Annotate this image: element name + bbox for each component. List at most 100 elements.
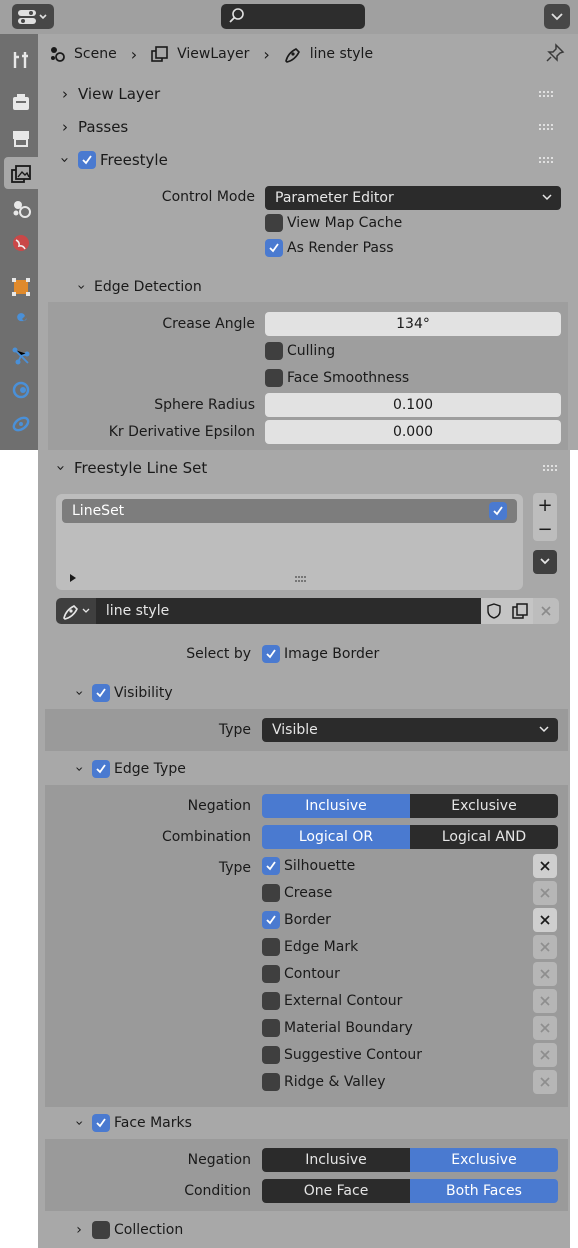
face-smoothness-checkbox[interactable] — [265, 369, 283, 387]
culling-toggle[interactable]: Culling — [265, 341, 335, 361]
select-by-image-border-toggle[interactable]: Image Border — [262, 644, 379, 664]
exclude-toggle-button[interactable] — [533, 854, 557, 878]
edge-type-checkbox[interactable] — [262, 911, 280, 929]
edge-type-checkbox[interactable] — [262, 992, 280, 1010]
kr-derivative-field[interactable]: 0.000 — [265, 420, 561, 444]
exclude-toggle-button[interactable] — [533, 881, 557, 905]
drag-handle-icon[interactable] — [538, 90, 554, 98]
subpanel-header-face-marks[interactable]: › Face Marks — [71, 1108, 552, 1138]
edge-type-checkbox[interactable] — [262, 1019, 280, 1037]
edge-type-checkbox[interactable] — [92, 760, 110, 778]
drag-handle-icon[interactable] — [538, 123, 554, 131]
sphere-radius-field[interactable]: 0.100 — [265, 393, 561, 417]
exclude-toggle-button[interactable] — [533, 962, 557, 986]
list-item[interactable]: LineSet — [62, 499, 517, 523]
as-render-pass-checkbox[interactable] — [265, 239, 283, 257]
view-map-cache-toggle[interactable]: View Map Cache — [265, 213, 402, 233]
remove-line-set-button[interactable]: − — [533, 517, 557, 541]
tab-modifiers[interactable] — [4, 306, 38, 338]
exclude-toggle-button[interactable] — [533, 935, 557, 959]
duplicate-line-style-button[interactable] — [507, 598, 534, 624]
tab-object[interactable] — [4, 271, 38, 303]
subpanel-header-collection[interactable]: › Collection — [72, 1215, 552, 1245]
tab-physics[interactable] — [4, 374, 38, 406]
breadcrumb-separator: › — [263, 44, 270, 64]
breadcrumb-scene[interactable]: Scene — [48, 45, 117, 63]
edge-type-checkbox[interactable] — [262, 965, 280, 983]
exclude-toggle-button[interactable] — [533, 908, 557, 932]
inclusive-option[interactable]: Inclusive — [262, 1148, 410, 1172]
one-face-option[interactable]: One Face — [262, 1179, 410, 1203]
edge-type-toggle[interactable]: External Contour — [262, 991, 402, 1011]
edge-type-toggle[interactable]: Border — [262, 910, 331, 930]
panel-header-freestyle[interactable]: › Freestyle — [56, 145, 568, 175]
freestyle-checkbox[interactable] — [78, 151, 96, 169]
edge-type-checkbox[interactable] — [262, 884, 280, 902]
filter-expand-icon[interactable] — [68, 573, 78, 583]
exclude-toggle-button[interactable] — [533, 1043, 557, 1067]
drag-handle-icon[interactable] — [542, 464, 558, 472]
panel-header-passes[interactable]: › Passes — [58, 112, 568, 142]
subpanel-header-edge-type[interactable]: › Edge Type — [71, 754, 552, 784]
exclude-toggle-button[interactable] — [533, 989, 557, 1013]
search-input[interactable] — [221, 4, 365, 29]
tab-output[interactable] — [4, 122, 38, 154]
editor-type-button[interactable] — [12, 4, 54, 29]
edge-type-checkbox[interactable] — [262, 857, 280, 875]
view-map-cache-checkbox[interactable] — [265, 214, 283, 232]
image-border-checkbox[interactable] — [262, 645, 280, 663]
pin-icon[interactable] — [545, 43, 565, 63]
edge-type-toggle[interactable]: Material Boundary — [262, 1018, 413, 1038]
edge-type-checkbox[interactable] — [262, 1073, 280, 1091]
unlink-line-style-button[interactable] — [533, 598, 560, 624]
tab-constraints[interactable] — [4, 408, 38, 440]
logical-and-option[interactable]: Logical AND — [410, 825, 558, 849]
exclude-toggle-button[interactable] — [533, 1016, 557, 1040]
subpanel-header-edge-detection[interactable]: › Edge Detection — [73, 272, 564, 302]
line-set-list[interactable]: LineSet — [56, 494, 523, 590]
tab-scene[interactable] — [4, 192, 38, 224]
edge-type-toggle[interactable]: Suggestive Contour — [262, 1045, 422, 1065]
culling-checkbox[interactable] — [265, 342, 283, 360]
breadcrumb-line-style[interactable]: line style — [284, 45, 373, 63]
list-resize-handle-icon[interactable] — [294, 575, 308, 583]
both-faces-option[interactable]: Both Faces — [410, 1179, 558, 1203]
crease-angle-field[interactable]: 134° — [265, 312, 561, 336]
edge-type-toggle[interactable]: Contour — [262, 964, 340, 984]
edge-type-checkbox[interactable] — [262, 938, 280, 956]
face-marks-checkbox[interactable] — [92, 1114, 110, 1132]
face-smoothness-toggle[interactable]: Face Smoothness — [265, 368, 409, 388]
panel-header-view-layer[interactable]: › View Layer — [58, 79, 568, 109]
as-render-pass-toggle[interactable]: As Render Pass — [265, 238, 394, 258]
tab-tool[interactable] — [4, 44, 38, 76]
edge-type-toggle[interactable]: Crease — [262, 883, 332, 903]
edge-type-toggle[interactable]: Ridge & Valley — [262, 1072, 386, 1092]
add-line-set-button[interactable]: + — [533, 493, 557, 517]
edge-type-checkbox[interactable] — [262, 1046, 280, 1064]
exclude-toggle-button[interactable] — [533, 1070, 557, 1094]
subpanel-header-visibility[interactable]: › Visibility — [71, 678, 552, 708]
edge-type-toggle[interactable]: Edge Mark — [262, 937, 358, 957]
line-style-name-field[interactable]: line style — [95, 598, 482, 624]
drag-handle-icon[interactable] — [538, 156, 554, 164]
control-mode-dropdown[interactable]: Parameter Editor — [265, 186, 561, 210]
line-set-enabled-checkbox[interactable] — [489, 502, 507, 520]
panel-header-freestyle-line-set[interactable]: › Freestyle Line Set — [52, 453, 564, 483]
edge-type-toggle[interactable]: Silhouette — [262, 856, 355, 876]
line-set-specials-button[interactable] — [533, 550, 557, 574]
options-dropdown-button[interactable] — [544, 4, 570, 29]
exclusive-option[interactable]: Exclusive — [410, 1148, 558, 1172]
tab-view-layer[interactable] — [4, 157, 38, 189]
collection-checkbox[interactable] — [92, 1221, 110, 1239]
inclusive-option[interactable]: Inclusive — [262, 794, 410, 818]
exclusive-option[interactable]: Exclusive — [410, 794, 558, 818]
fake-user-button[interactable] — [481, 598, 508, 624]
tab-particles[interactable] — [4, 340, 38, 372]
tab-world[interactable] — [4, 227, 38, 259]
visibility-type-dropdown[interactable]: Visible — [262, 718, 558, 742]
breadcrumb-view-layer[interactable]: ViewLayer — [151, 45, 249, 63]
logical-or-option[interactable]: Logical OR — [262, 825, 410, 849]
line-style-browse-button[interactable] — [56, 598, 96, 624]
visibility-checkbox[interactable] — [92, 684, 110, 702]
tab-render[interactable] — [4, 86, 38, 118]
